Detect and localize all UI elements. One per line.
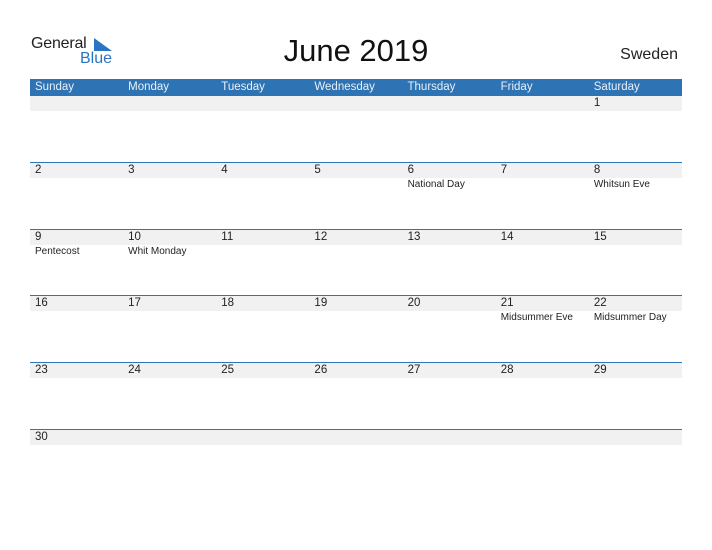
- day-number: 20: [407, 297, 421, 309]
- day-number: 24: [128, 364, 141, 376]
- weekday-monday: Monday: [128, 81, 170, 93]
- weekday-sunday: Sunday: [35, 81, 75, 93]
- day-number: 7: [500, 164, 508, 176]
- day-cell: [309, 96, 402, 162]
- weekday-friday: Friday: [500, 81, 533, 93]
- day-cell: 4: [216, 163, 309, 229]
- day-cell: 13: [403, 230, 496, 296]
- day-cell: 26: [309, 363, 402, 429]
- day-cell: 24: [123, 363, 216, 429]
- holiday-label: National Day: [407, 179, 465, 190]
- day-number: 4: [221, 164, 228, 176]
- day-number: 18: [221, 297, 235, 309]
- day-cell: [30, 96, 123, 162]
- holiday-label: Midsummer Day: [593, 312, 667, 323]
- week-row: 2 3 4 5 6 National Day 7 8 Whitsun Eve: [30, 162, 682, 229]
- day-number: 2: [35, 164, 42, 176]
- day-cell: 12: [309, 230, 402, 296]
- day-number: 8: [593, 164, 601, 176]
- day-cell: 30: [30, 430, 123, 496]
- day-number: 17: [128, 297, 141, 309]
- day-cell: 10 Whit Monday: [123, 230, 216, 296]
- day-cell: [496, 430, 589, 496]
- week-row: 30: [30, 429, 682, 496]
- day-number: 11: [221, 231, 234, 243]
- day-cell: 25: [216, 363, 309, 429]
- day-cell: 1: [589, 96, 682, 162]
- day-cell: 18: [216, 296, 309, 362]
- day-cell: 23: [30, 363, 123, 429]
- day-number: 19: [314, 297, 328, 309]
- day-number: 16: [35, 297, 48, 309]
- weekday-thursday: Thursday: [407, 81, 456, 93]
- day-number: 6: [407, 164, 414, 176]
- day-number: 1: [593, 97, 601, 109]
- weekday-wednesday: Wednesday: [314, 81, 375, 93]
- day-number: 9: [35, 231, 42, 243]
- day-number: 28: [500, 364, 514, 376]
- day-cell: [403, 96, 496, 162]
- day-number: 13: [407, 231, 421, 243]
- day-number: 23: [35, 364, 48, 376]
- day-cell: 9 Pentecost: [30, 230, 123, 296]
- day-cell: 8 Whitsun Eve: [589, 163, 682, 229]
- holiday-label: Pentecost: [35, 246, 80, 257]
- day-cell: 27: [403, 363, 496, 429]
- day-cell: 22 Midsummer Day: [589, 296, 682, 362]
- day-cell: [403, 430, 496, 496]
- weekday-header: Sunday Monday Tuesday Wednesday Thursday…: [30, 79, 682, 96]
- day-cell: 17: [123, 296, 216, 362]
- day-cell: 15: [589, 230, 682, 296]
- day-cell: [589, 430, 682, 496]
- country-label: Sweden: [620, 46, 678, 63]
- week-row: 9 Pentecost 10 Whit Monday 11 12 13 14 15: [30, 229, 682, 296]
- day-cell: [216, 96, 309, 162]
- day-cell: 3: [123, 163, 216, 229]
- day-number: 30: [35, 431, 48, 443]
- weekday-tuesday: Tuesday: [221, 81, 265, 93]
- day-cell: 19: [309, 296, 402, 362]
- day-cell: 11: [216, 230, 309, 296]
- week-row: 23 24 25 26 27 28 29: [30, 362, 682, 429]
- day-number: 21: [500, 297, 514, 309]
- day-number: 10: [128, 231, 141, 243]
- day-cell: 7: [496, 163, 589, 229]
- day-number: 25: [221, 364, 235, 376]
- day-number: 22: [593, 297, 607, 309]
- day-cell: [123, 430, 216, 496]
- day-number: 15: [593, 231, 607, 243]
- day-number: 29: [593, 364, 607, 376]
- day-cell: [496, 96, 589, 162]
- day-cell: [216, 430, 309, 496]
- holiday-label: Midsummer Eve: [500, 312, 573, 323]
- day-cell: 28: [496, 363, 589, 429]
- day-cell: 2: [30, 163, 123, 229]
- holiday-label: Whit Monday: [128, 246, 187, 257]
- holiday-label: Whitsun Eve: [593, 179, 650, 190]
- week-row: 16 17 18 19 20 21 Midsummer Eve 22 Midsummer Day: [30, 295, 682, 362]
- day-cell: 6 National Day: [403, 163, 496, 229]
- day-cell: [309, 430, 402, 496]
- day-cell: [123, 96, 216, 162]
- week-row: 1: [30, 96, 682, 162]
- day-cell: 21 Midsummer Eve: [496, 296, 589, 362]
- day-number: 26: [314, 364, 328, 376]
- weekday-saturday: Saturday: [593, 81, 640, 93]
- day-number: 14: [500, 231, 514, 243]
- calendar-title: June 2019: [283, 33, 429, 68]
- day-cell: 14: [496, 230, 589, 296]
- day-cell: 20: [403, 296, 496, 362]
- day-cell: 5: [309, 163, 402, 229]
- day-cell: 29: [589, 363, 682, 429]
- day-number: 27: [407, 364, 421, 376]
- day-cell: 16: [30, 296, 123, 362]
- day-number: 12: [314, 231, 328, 243]
- day-number: 5: [314, 164, 321, 176]
- day-number: 3: [128, 164, 135, 176]
